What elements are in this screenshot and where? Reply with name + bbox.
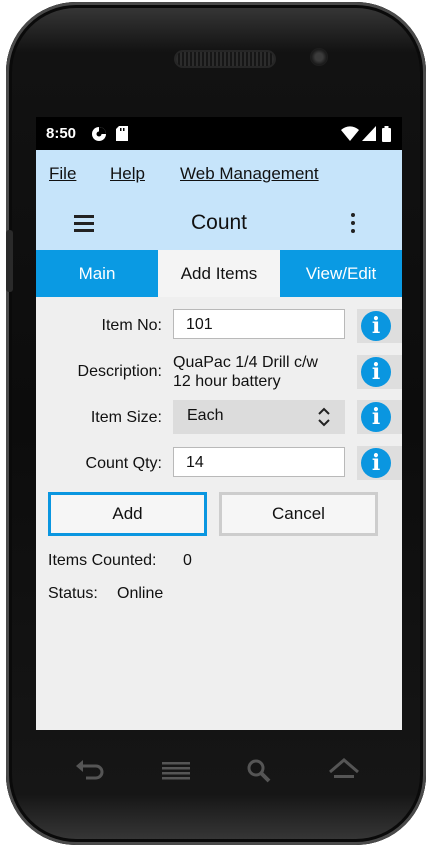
more-vert-icon[interactable] — [351, 213, 355, 237]
tab-view-edit[interactable]: View/Edit — [280, 250, 402, 297]
count-qty-label: Count Qty: — [85, 455, 162, 472]
info-icon: i — [361, 311, 391, 341]
info-icon: i — [361, 402, 391, 432]
search-icon[interactable] — [243, 748, 275, 792]
description-line-2: 12 hour battery — [173, 373, 281, 390]
description-info-button[interactable]: i — [357, 355, 402, 389]
app-screen: 8:50 File Help Web Management Count Main… — [36, 117, 402, 730]
description-label: Description: — [77, 363, 162, 380]
status-time: 8:50 — [46, 125, 77, 142]
cancel-button[interactable]: Cancel — [219, 492, 378, 536]
chevron-up-down-icon — [318, 407, 330, 427]
menu-help[interactable]: Help — [110, 164, 145, 184]
front-camera — [310, 48, 328, 66]
recent-apps-icon[interactable] — [158, 748, 194, 792]
count-qty-input[interactable]: 14 — [173, 447, 345, 477]
tab-add-items[interactable]: Add Items — [158, 250, 280, 297]
item-size-select[interactable]: Each — [173, 400, 345, 434]
signal-data-icon — [92, 127, 106, 141]
info-icon: i — [361, 357, 391, 387]
item-no-label: Item No: — [101, 317, 162, 334]
description-line-1: QuaPac 1/4 Drill c/w — [173, 354, 318, 371]
wifi-icon — [341, 126, 359, 141]
items-counted-value: 0 — [183, 552, 192, 569]
item-size-label: Item Size: — [90, 409, 162, 426]
menu-bar: File Help Web Management — [36, 150, 402, 198]
item-size-info-button[interactable]: i — [357, 400, 402, 434]
home-icon[interactable] — [326, 748, 362, 792]
menu-web-management[interactable]: Web Management — [180, 164, 319, 184]
add-button[interactable]: Add — [48, 492, 207, 536]
title-bar: Count — [36, 198, 402, 250]
earpiece-speaker — [176, 52, 274, 66]
menu-file[interactable]: File — [49, 164, 76, 184]
back-icon[interactable] — [72, 748, 108, 792]
item-no-input[interactable]: 101 — [173, 309, 345, 339]
status-bar: 8:50 — [36, 117, 402, 150]
page-title: Count — [190, 211, 248, 234]
volume-button — [6, 230, 13, 292]
item-no-info-button[interactable]: i — [357, 309, 402, 343]
count-qty-info-button[interactable]: i — [357, 446, 402, 480]
status-value: Online — [117, 585, 164, 602]
description-value: QuaPac 1/4 Drill c/w 12 hour battery — [173, 353, 353, 391]
items-counted-label: Items Counted: — [48, 552, 157, 569]
tab-bar: Main Add Items View/Edit — [36, 250, 402, 297]
info-icon: i — [361, 448, 391, 478]
battery-icon — [382, 126, 391, 142]
status-label: Status: — [48, 585, 98, 602]
item-size-value: Each — [187, 407, 224, 424]
sd-card-icon — [116, 126, 128, 141]
tab-main[interactable]: Main — [36, 250, 158, 297]
cell-signal-icon — [362, 126, 376, 141]
